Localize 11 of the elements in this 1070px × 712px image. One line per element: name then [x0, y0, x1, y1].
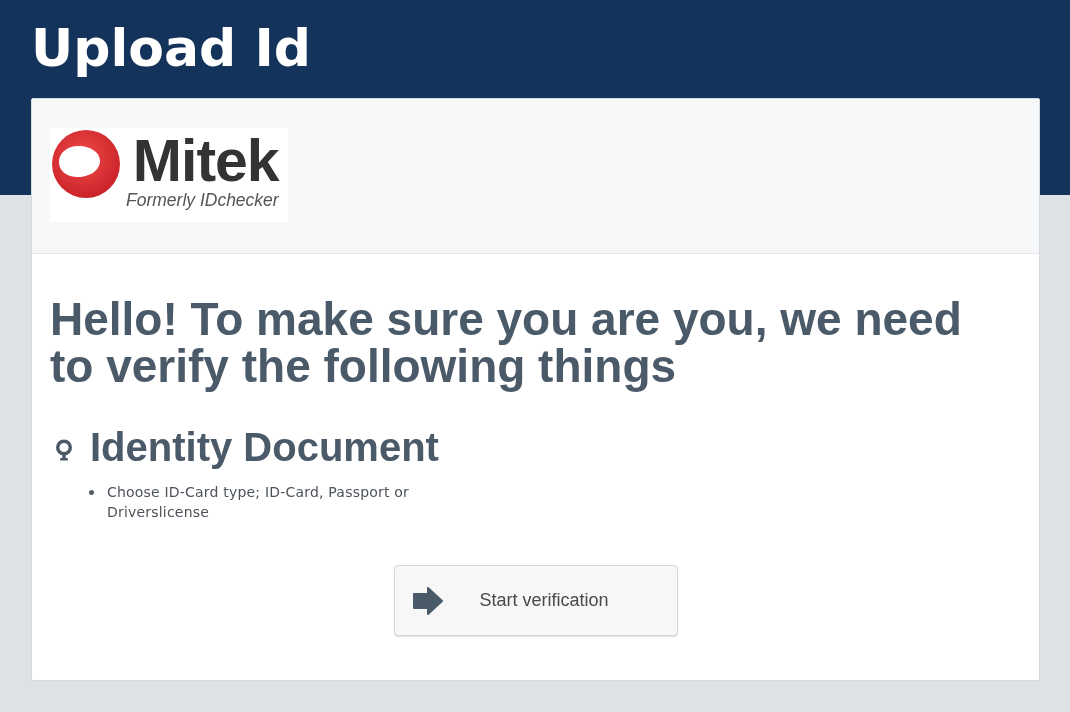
pin-icon — [55, 439, 73, 461]
logo-wordmark: Mitek — [132, 130, 279, 192]
ring-icon — [52, 130, 120, 198]
logo-tagline: Formerly IDchecker — [126, 190, 279, 210]
intro-heading: Hello! To make sure you are you, we need to verify the following things — [50, 296, 963, 390]
requirement-item: Choose ID-Card type; ID-Card, Passport or Driverslicense — [107, 483, 410, 522]
requirement-title: Identity Document — [90, 424, 439, 471]
page-title: Upload Id — [31, 18, 311, 78]
bullet-icon — [89, 490, 94, 495]
arrow-right-icon — [411, 585, 444, 616]
start-verification-button[interactable]: Start verification — [393, 565, 678, 636]
